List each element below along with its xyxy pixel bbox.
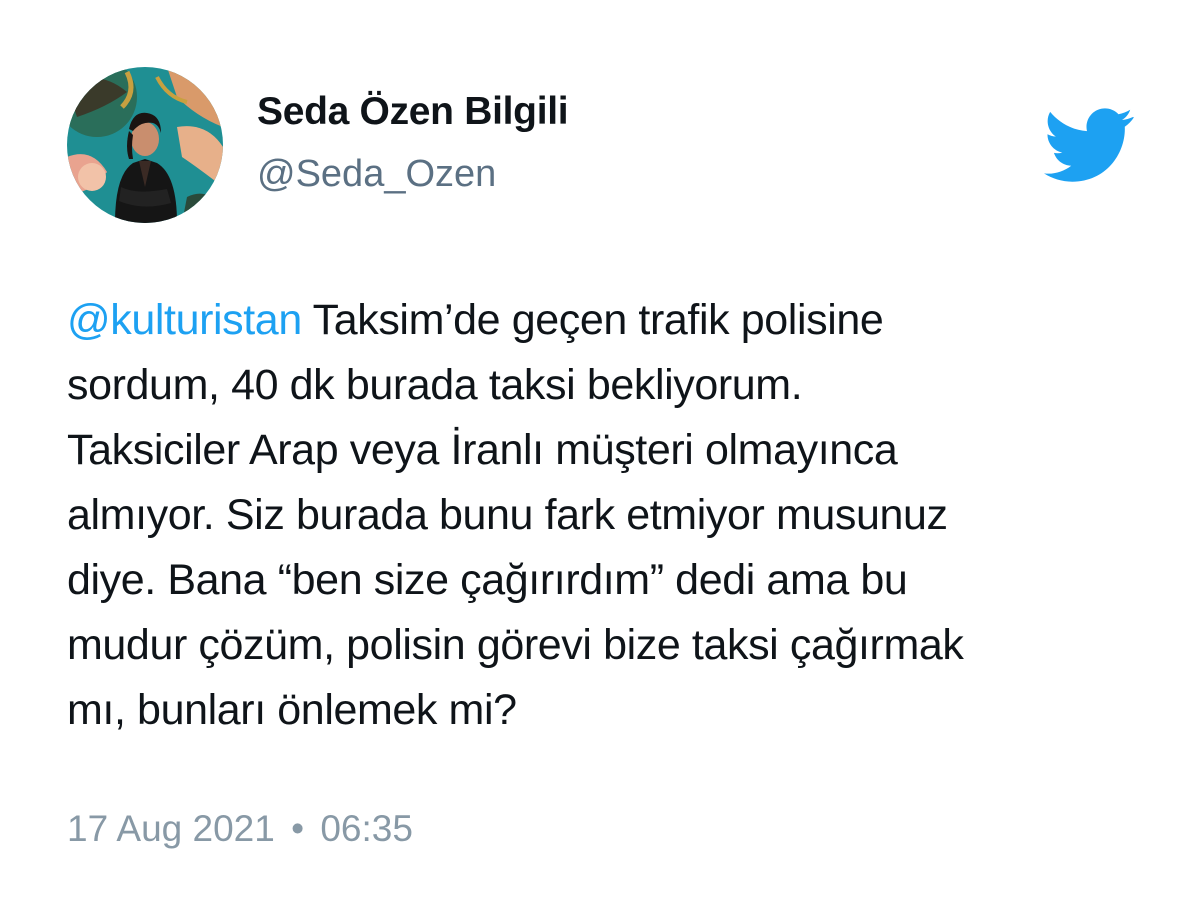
avatar-image — [67, 67, 223, 223]
tweet-text-segment: Taksim’de geçen trafik polisine — [301, 296, 884, 344]
tweet-text-line: mı, bunları önlemek mi? — [67, 686, 517, 734]
mention-link[interactable]: @kulturistan — [67, 296, 302, 344]
tweet-timestamp[interactable]: 17 Aug 2021 • 06:35 — [67, 808, 413, 850]
tweet-text-line: mudur çözüm, polisin görevi bize taksi ç… — [67, 621, 964, 669]
tweet-text: @kulturistan Taksim’de geçen trafik poli… — [67, 288, 1147, 743]
timestamp-separator: • — [291, 808, 305, 849]
tweet-card: Seda Özen Bilgili @Seda_Ozen @kulturista… — [0, 0, 1200, 918]
tweet-text-line: almıyor. Siz burada bunu fark etmiyor mu… — [67, 491, 948, 539]
author-handle[interactable]: @Seda_Ozen — [257, 153, 496, 196]
tweet-text-line: sordum, 40 dk burada taksi bekliyorum. — [67, 361, 803, 409]
tweet-text-line: Taksiciler Arap veya İranlı müşteri olma… — [67, 426, 898, 474]
author-display-name[interactable]: Seda Özen Bilgili — [257, 90, 569, 134]
twitter-bird-icon[interactable] — [1044, 108, 1134, 182]
tweet-text-line: diye. Bana “ben size çağırırdım” dedi am… — [67, 556, 908, 604]
twitter-bird-icon-graphic — [1044, 108, 1134, 182]
tweet-date: 17 Aug 2021 — [67, 808, 275, 849]
avatar[interactable] — [67, 67, 223, 223]
tweet-time: 06:35 — [320, 808, 413, 849]
tweet-text-line: @kulturistan Taksim’de geçen trafik poli… — [67, 288, 1147, 353]
